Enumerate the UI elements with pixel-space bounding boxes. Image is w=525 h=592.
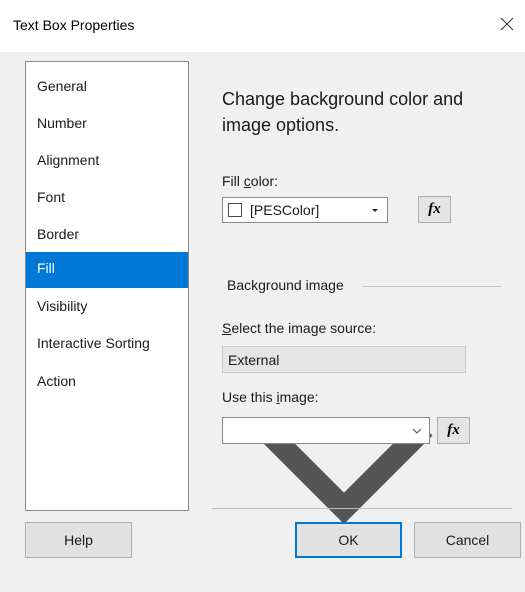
- sidebar-item-border[interactable]: Border: [26, 218, 188, 254]
- help-button-label: Help: [64, 532, 93, 548]
- function-icon: fx: [428, 201, 441, 217]
- sidebar-item-number[interactable]: Number: [26, 107, 188, 143]
- close-icon: [500, 17, 514, 31]
- sidebar-item-visibility[interactable]: Visibility: [26, 290, 188, 326]
- window-title: Text Box Properties: [13, 17, 135, 33]
- sidebar-item-alignment[interactable]: Alignment: [26, 144, 188, 180]
- sidebar-item-label: Number: [37, 115, 87, 131]
- fill-color-label: Fill color:: [222, 173, 278, 189]
- color-swatch: [228, 203, 242, 217]
- sidebar-item-label: Visibility: [37, 298, 88, 314]
- page-heading: Change background color and image option…: [222, 89, 464, 135]
- title-bar: Text Box Properties: [0, 0, 525, 52]
- sidebar-item-fill[interactable]: Fill: [26, 252, 188, 288]
- section-divider: [362, 286, 501, 287]
- sidebar-item-label: General: [37, 78, 87, 94]
- sidebar-item-label: Interactive Sorting: [37, 335, 150, 351]
- sidebar-item-label: Border: [37, 226, 80, 242]
- dropdown-arrow-icon: [372, 209, 378, 212]
- sidebar-item-action[interactable]: Action: [26, 365, 188, 401]
- fill-color-dropdown[interactable]: [PESColor]: [222, 197, 388, 223]
- fill-color-value: [PESColor]: [250, 202, 320, 218]
- image-source-dropdown[interactable]: External: [222, 346, 466, 525]
- sidebar-item-label: Font: [37, 189, 66, 205]
- sidebar-item-label: Fill: [37, 260, 55, 276]
- fill-color-expression-button[interactable]: fx: [418, 196, 451, 223]
- use-image-combobox[interactable]: [222, 417, 430, 444]
- help-button[interactable]: Help: [25, 522, 132, 558]
- sidebar-item-general[interactable]: General: [26, 70, 188, 106]
- use-image-label: Use this image:: [222, 389, 319, 405]
- image-source-label: Select the image source:: [222, 320, 376, 336]
- fill-color-label-pre: Fill: [222, 173, 244, 189]
- ok-button-label: OK: [338, 532, 359, 548]
- footer-divider: [212, 508, 512, 509]
- sidebar-item-label: Action: [37, 373, 76, 389]
- image-source-label-post: elect the image source:: [231, 320, 377, 336]
- function-icon: fx: [447, 422, 460, 438]
- cancel-button[interactable]: Cancel: [414, 522, 521, 558]
- fill-color-label-post: olor:: [250, 173, 279, 189]
- use-image-label-pre: Use this: [222, 389, 277, 405]
- chevron-down-icon: [412, 428, 422, 434]
- sidebar-item-font[interactable]: Font: [26, 181, 188, 217]
- background-image-section-label: Background image: [227, 277, 344, 293]
- fill-color-label-accel: c: [243, 173, 251, 189]
- sidebar-item-interactive-sorting[interactable]: Interactive Sorting: [26, 327, 188, 363]
- image-source-value: External: [228, 352, 280, 368]
- image-expression-button[interactable]: fx: [437, 417, 470, 444]
- category-list: General Number Alignment Font Border Fil…: [25, 61, 189, 511]
- cancel-button-label: Cancel: [445, 532, 490, 548]
- use-image-label-post: mage:: [279, 389, 319, 405]
- close-button[interactable]: [489, 6, 525, 42]
- sidebar-item-label: Alignment: [37, 152, 100, 168]
- ok-button[interactable]: OK: [295, 522, 402, 558]
- image-source-label-accel: S: [222, 320, 232, 336]
